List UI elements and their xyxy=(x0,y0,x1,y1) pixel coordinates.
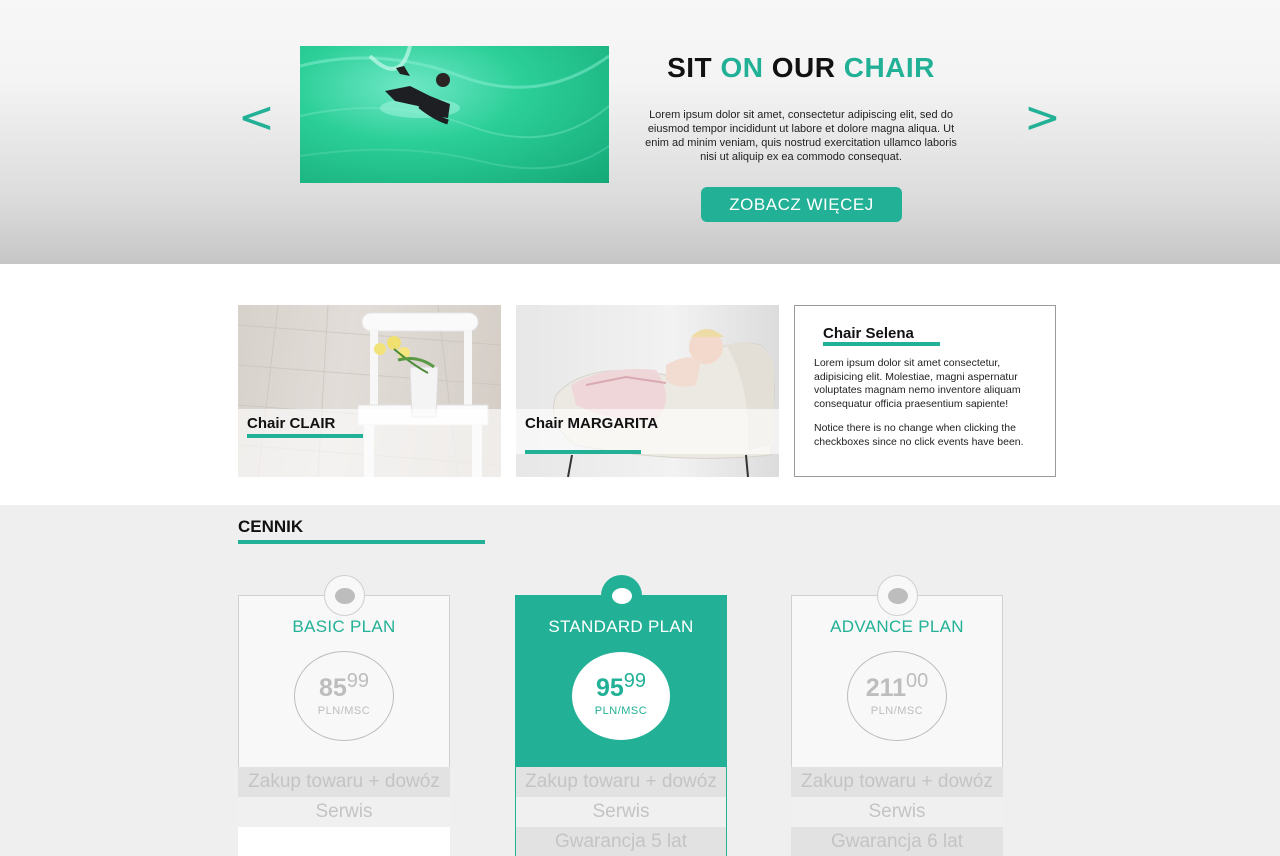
price-badge: 8599 PLN/MSC xyxy=(294,651,394,741)
feature-list: Zakup towaru + dowóz Serwis xyxy=(238,767,450,856)
card-title: Chair Selena xyxy=(823,325,914,342)
feature-list: Zakup towaru + dowóz Serwis Gwarancja 5 … xyxy=(516,767,726,856)
previous-slide-arrow-icon[interactable]: < xyxy=(238,96,275,140)
hero-title: SIT ON OUR CHAIR xyxy=(630,52,972,84)
price-value: 8599 xyxy=(295,670,393,703)
feature-item xyxy=(238,827,450,856)
product-card-clair[interactable]: Chair CLAIR xyxy=(238,305,501,477)
hero-title-part: OUR xyxy=(763,52,844,83)
hero-image xyxy=(300,46,609,183)
pricing-section: CENNIK BASIC PLAN 8599 PLN/MSC Zakup tow… xyxy=(0,505,1280,856)
product-card-selena: Chair Selena Lorem ipsum dolor sit amet … xyxy=(794,305,1056,477)
plan-name: BASIC PLAN xyxy=(292,617,396,636)
hero-slider: < SIT ON OUR CHAIR Lorem ipsum dolor sit… xyxy=(0,0,1280,264)
feature-item: Serwis xyxy=(791,797,1003,827)
feature-item: Gwarancja 6 lat xyxy=(791,827,1003,856)
hero-title-part: SIT xyxy=(667,52,721,83)
feature-item: Zakup towaru + dowóz xyxy=(238,767,450,797)
price-main: 85 xyxy=(318,674,347,702)
price-cents: 99 xyxy=(623,670,647,692)
plan-tag-icon xyxy=(877,575,918,616)
basic-plan-card[interactable]: BASIC PLAN 8599 PLN/MSC Zakup towaru + d… xyxy=(238,575,450,856)
pricing-heading-underline xyxy=(238,540,485,544)
advance-plan-card[interactable]: ADVANCE PLAN 21100 PLN/MSC Zakup towaru … xyxy=(791,575,1003,856)
see-more-button[interactable]: ZOBACZ WIĘCEJ xyxy=(701,187,902,222)
pricing-heading: CENNIK xyxy=(238,517,304,536)
plan-tag-icon xyxy=(324,575,365,616)
price-value: 21100 xyxy=(848,670,946,703)
plan-name: ADVANCE PLAN xyxy=(830,617,964,636)
feature-item: Zakup towaru + dowóz xyxy=(516,767,726,797)
feature-item: Serwis xyxy=(238,797,450,827)
feature-item: Zakup towaru + dowóz xyxy=(791,767,1003,797)
feature-list: Zakup towaru + dowóz Serwis Gwarancja 6 … xyxy=(791,767,1003,856)
card-title: Chair CLAIR xyxy=(247,415,336,432)
product-card-margarita[interactable]: Chair MARGARITA xyxy=(516,305,779,477)
next-slide-arrow-icon[interactable]: > xyxy=(1024,96,1061,140)
price-cents: 99 xyxy=(346,670,370,692)
card-title-underline xyxy=(823,342,940,346)
feature-item: Gwarancja 5 lat xyxy=(516,827,726,856)
card-title-underline xyxy=(247,434,363,438)
price-value: 9599 xyxy=(572,670,670,703)
card-note: Notice there is no change when clicking … xyxy=(814,422,1024,448)
standard-plan-card[interactable]: STANDARD PLAN 9599 PLN/MSC Zakup towaru … xyxy=(515,575,727,856)
hero-title-accent: ON xyxy=(720,52,764,83)
feature-item: Serwis xyxy=(516,797,726,827)
price-cents: 00 xyxy=(906,670,929,692)
price-badge: 21100 PLN/MSC xyxy=(847,651,947,741)
price-unit: PLN/MSC xyxy=(317,705,371,717)
price-main: 95 xyxy=(595,674,624,702)
price-badge: 9599 PLN/MSC xyxy=(572,652,670,740)
plan-tag-icon xyxy=(601,575,642,616)
card-title-underline xyxy=(525,450,641,454)
price-unit: PLN/MSC xyxy=(594,705,648,717)
card-title: Chair MARGARITA xyxy=(525,415,659,432)
card-description: Lorem ipsum dolor sit amet consectetur, … xyxy=(814,357,1021,410)
price-unit: PLN/MSC xyxy=(870,705,924,717)
price-main: 211 xyxy=(865,674,907,702)
hero-title-accent: CHAIR xyxy=(843,52,935,83)
hero-description: Lorem ipsum dolor sit amet, consectetur … xyxy=(645,109,957,163)
plan-name: STANDARD PLAN xyxy=(548,617,694,636)
